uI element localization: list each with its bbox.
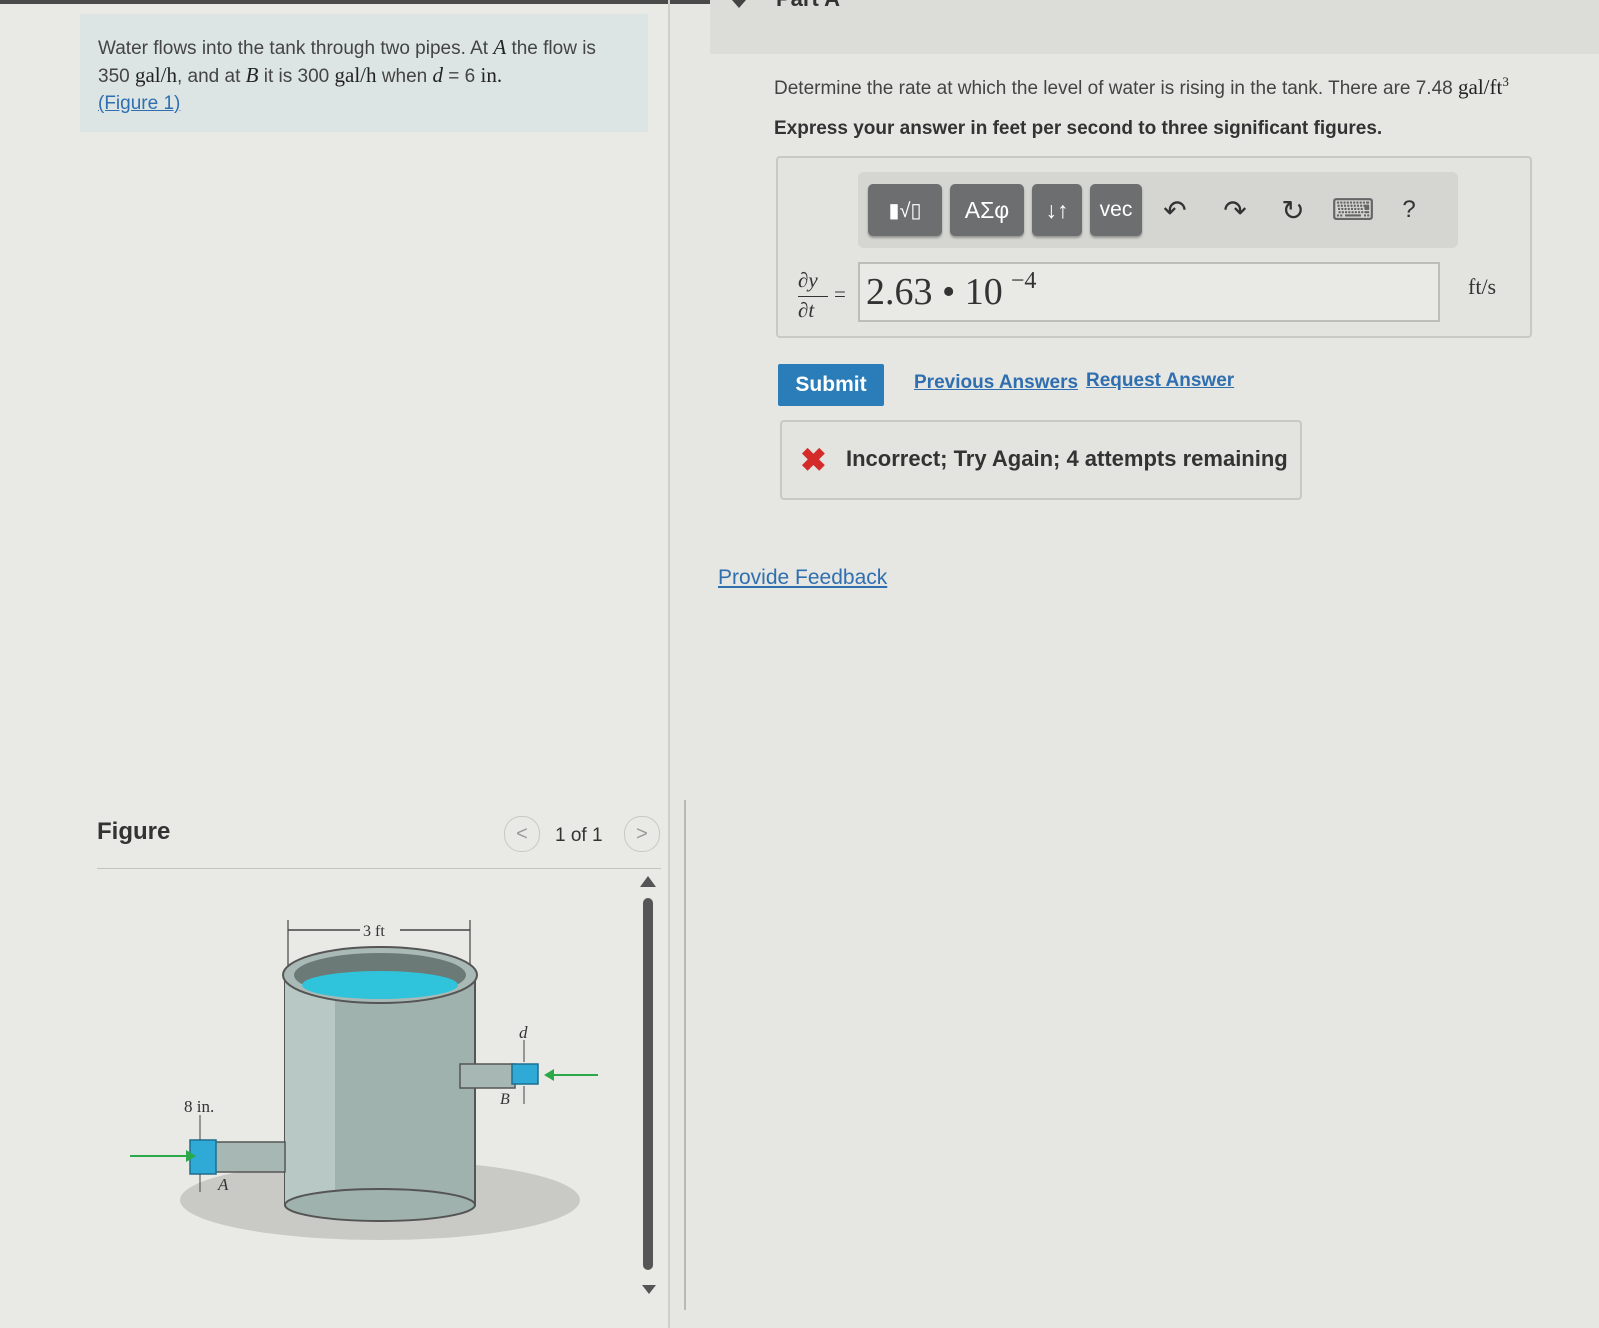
- figure-scrollbar[interactable]: [643, 898, 653, 1270]
- tank-base: [284, 1188, 476, 1222]
- question-text: Determine the rate at which the level of…: [774, 74, 1509, 100]
- figure-counter: 1 of 1: [555, 825, 603, 846]
- provide-feedback-link[interactable]: Provide Feedback: [718, 566, 887, 590]
- part-title: Part A: [776, 0, 840, 12]
- question-unit: gal/ft3: [1458, 74, 1509, 99]
- templates-button[interactable]: ▮√▯: [868, 184, 942, 236]
- problem-text-4: it is: [263, 66, 293, 87]
- problem-text-2: the flow is: [511, 38, 596, 59]
- water-surface: [302, 971, 458, 999]
- derivative-denominator: ∂t: [798, 298, 815, 322]
- derivative-numerator: ∂y: [798, 268, 818, 292]
- pipe-a-size-label: 8 in.: [184, 1097, 214, 1116]
- pipe-b-flow: [511, 1063, 539, 1085]
- help-icon[interactable]: ?: [1386, 186, 1432, 234]
- point-a-label: A: [217, 1175, 229, 1194]
- flow-b-unit: gal/h: [334, 63, 377, 87]
- point-b-label: B: [500, 1091, 510, 1108]
- scroll-down-arrow-icon[interactable]: [642, 1285, 656, 1294]
- answer-units: ft/s: [1468, 274, 1497, 299]
- equals-sign: =: [834, 282, 846, 306]
- figure-prev-button[interactable]: <: [504, 816, 540, 852]
- figure-link[interactable]: (Figure 1): [98, 93, 180, 114]
- pane-divider[interactable]: [668, 0, 670, 1328]
- answer-instruction: Express your answer in feet per second t…: [774, 118, 1383, 139]
- scroll-up-arrow-icon[interactable]: [640, 876, 656, 887]
- question-unit-exponent: 3: [1502, 74, 1509, 89]
- submit-button[interactable]: Submit: [778, 364, 884, 406]
- d-equals: = 6: [448, 66, 476, 87]
- problem-text-3: , and at: [176, 66, 241, 87]
- problem-text-5: when: [381, 66, 428, 87]
- request-answer-link[interactable]: Request Answer: [1086, 370, 1234, 392]
- redo-icon[interactable]: ↷: [1212, 186, 1258, 234]
- previous-answers-link[interactable]: Previous Answers: [914, 372, 1078, 394]
- collapse-caret-icon[interactable]: [732, 0, 746, 8]
- figure-title: Figure: [97, 818, 171, 845]
- flow-a-unit: gal/h: [134, 63, 177, 87]
- point-a-symbol: A: [493, 35, 507, 59]
- greek-symbols-button[interactable]: ΑΣφ: [950, 184, 1024, 236]
- d-unit: in.: [480, 63, 503, 87]
- pipe-a: [209, 1141, 286, 1173]
- fraction-bar: [798, 296, 828, 297]
- flow-b-value: 300: [297, 66, 330, 87]
- reset-icon[interactable]: ↻: [1270, 186, 1316, 234]
- problem-statement: Water flows into the tank through two pi…: [80, 14, 648, 132]
- answer-exponent: −4: [1010, 268, 1037, 294]
- answer-box: ▮√▯ ΑΣφ ↓↑ vec ↶ ↷ ↻ ⌨ ? ∂y ∂t = 2.63 • …: [776, 156, 1532, 338]
- answer-input[interactable]: 2.63 • 10 −4: [858, 262, 1440, 322]
- vector-button[interactable]: vec: [1090, 184, 1142, 236]
- incorrect-x-icon: ✖: [800, 442, 827, 478]
- pipe-b: [459, 1063, 516, 1089]
- width-label: 3 ft: [363, 923, 385, 940]
- undo-icon[interactable]: ↶: [1152, 186, 1198, 234]
- d-symbol: d: [432, 63, 444, 87]
- feedback-message: Incorrect; Try Again; 4 attempts remaini…: [846, 446, 1288, 471]
- question-body: Determine the rate at which the level of…: [774, 78, 1453, 99]
- part-header[interactable]: [710, 0, 1599, 54]
- feedback-box: ✖ Incorrect; Try Again; 4 attempts remai…: [780, 420, 1302, 500]
- answer-value: 2.63 • 10: [866, 271, 1003, 313]
- figure-divider: [684, 800, 686, 1310]
- tank-figure: 3 ft 8 in. A d B: [130, 920, 598, 1240]
- math-toolbar: ▮√▯ ΑΣφ ↓↑ vec ↶ ↷ ↻ ⌨ ?: [858, 172, 1458, 248]
- point-b-symbol: B: [245, 63, 259, 87]
- subscript-superscript-button[interactable]: ↓↑: [1032, 184, 1082, 236]
- problem-text-1: Water flows into the tank through two pi…: [98, 38, 489, 59]
- flow-a-value: 350: [98, 66, 130, 87]
- figure-next-button[interactable]: >: [624, 816, 660, 852]
- figure-rule: [97, 868, 661, 869]
- flow-arrow-b-icon: [544, 1069, 554, 1081]
- keyboard-icon[interactable]: ⌨: [1330, 186, 1376, 234]
- d-label: d: [519, 1023, 528, 1042]
- tank-highlight: [285, 975, 335, 1205]
